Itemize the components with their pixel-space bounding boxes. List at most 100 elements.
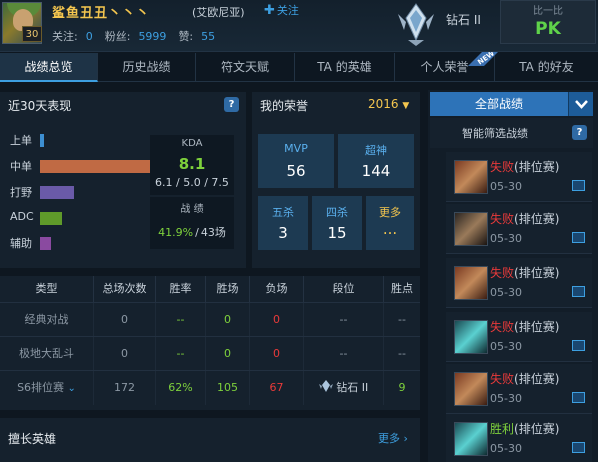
mvp-value: 56: [286, 162, 306, 180]
position-label: 打野: [10, 186, 32, 199]
level-badge: 30: [22, 26, 42, 42]
cell-lp: 9: [398, 381, 406, 394]
tab-history[interactable]: 历史战绩: [98, 53, 196, 82]
col-tier: 段位: [304, 276, 384, 302]
cell-losses: 0: [250, 337, 304, 371]
match-date: 05-30: [490, 442, 522, 455]
pk-label: PK: [535, 19, 561, 39]
kda-box: KDA 8.1 6.1 / 5.0 / 7.5: [150, 135, 234, 195]
mvp-cell[interactable]: MVP 56: [258, 134, 334, 188]
penta-value: 3: [278, 224, 288, 242]
cell-winrate: --: [156, 337, 206, 371]
cell-losses: 0: [250, 303, 304, 337]
match-mode: (排位赛): [514, 212, 560, 226]
match-result-text: 失败: [490, 266, 515, 280]
replay-icon[interactable]: [572, 442, 585, 453]
smart-filter-row[interactable]: 智能筛选战绩 ?: [430, 118, 593, 148]
match-mode: (排位赛): [514, 422, 560, 436]
match-item[interactable]: 失败(排位赛) 05-30: [446, 258, 592, 308]
social-stats: 关注: 0 粉丝: 5999 赞: 55: [52, 28, 227, 44]
more-honors-label: 更多: [379, 206, 401, 219]
ranked-type-select[interactable]: S6排位赛 ⌄: [0, 371, 94, 405]
cell-tier: --: [304, 303, 384, 337]
year-select[interactable]: 2016 ▼: [368, 97, 409, 111]
profile-header: 30 鲨鱼丑丑丶丶丶 (艾欧尼亚) ✚ 关注 关注: 0 粉丝: 5999 赞: 55 钻石…: [0, 0, 598, 52]
match-item[interactable]: 失败(排位赛) 05-30: [446, 204, 592, 254]
likes-count: 55: [201, 30, 216, 43]
fans-label: 粉丝:: [104, 30, 131, 43]
champion-icon: [454, 422, 488, 456]
champion-icon: [454, 212, 488, 246]
champions-more-link[interactable]: 更多 ›: [378, 430, 408, 446]
record-value: 41.9%/43场: [150, 224, 234, 240]
all-matches-button[interactable]: 全部战绩: [430, 92, 568, 116]
legendary-label: 超神: [365, 144, 387, 157]
match-result-text: 失败: [490, 212, 515, 226]
position-bar: [40, 134, 44, 147]
match-mode: (排位赛): [514, 266, 560, 280]
position-label: 辅助: [10, 237, 32, 250]
diamond-rank-icon: [318, 380, 333, 392]
legendary-value: 144: [361, 162, 391, 180]
match-result-text: 失败: [490, 160, 515, 174]
replay-icon[interactable]: [572, 180, 585, 191]
match-item[interactable]: 胜利(排位赛) 05-30: [446, 414, 592, 462]
champion-icon: [454, 320, 488, 354]
quadra-cell[interactable]: 四杀 15: [312, 196, 362, 250]
rank-name: 钻石 II: [446, 13, 481, 27]
replay-icon[interactable]: [572, 340, 585, 351]
cell-lp: --: [398, 313, 406, 326]
chevron-right-icon: ›: [400, 432, 408, 445]
match-mode: (排位赛): [514, 372, 560, 386]
honor-title: 我的荣誉: [260, 99, 309, 113]
cell-lp: --: [398, 347, 406, 360]
position-bar: [40, 237, 51, 250]
champions-panel: 擅长英雄 更多 ›: [0, 418, 420, 462]
match-date: 05-30: [490, 340, 522, 353]
match-result: 失败(排位赛): [490, 158, 559, 175]
compare-label: 比一比: [533, 6, 563, 17]
compare-pk-button[interactable]: 比一比 PK: [500, 0, 596, 44]
all-matches-dropdown[interactable]: [568, 92, 593, 116]
quadra-label: 四杀: [326, 206, 348, 219]
replay-icon[interactable]: [572, 392, 585, 403]
recent30-title: 近30天表现: [8, 99, 72, 113]
legendary-cell[interactable]: 超神 144: [338, 134, 414, 188]
tab-friends[interactable]: TA 的好友: [495, 53, 598, 82]
quadra-value: 15: [327, 224, 347, 242]
penta-cell[interactable]: 五杀 3: [258, 196, 308, 250]
tab-runes[interactable]: 符文天赋: [196, 53, 295, 82]
col-total: 总场次数: [94, 276, 156, 302]
match-item[interactable]: 失败(排位赛) 05-30: [446, 152, 592, 202]
position-label: ADC: [10, 210, 34, 223]
new-badge: NEW: [468, 52, 498, 66]
cell-type: 极地大乱斗: [0, 337, 94, 371]
record-box: 战 绩 41.9%/43场: [150, 197, 234, 249]
tab-overview[interactable]: 战绩总览: [0, 53, 98, 82]
record-winrate: 41.9%: [158, 226, 194, 239]
table-row: S6排位赛 ⌄ 172 62% 105 67 钻石 II 9: [0, 370, 420, 405]
help-icon[interactable]: ?: [224, 97, 239, 112]
following-label: 关注:: [52, 30, 78, 43]
table-row: 极地大乱斗 0 -- 0 0 -- --: [0, 336, 420, 371]
record-games: 43场: [200, 226, 226, 239]
col-wins: 胜场: [206, 276, 250, 302]
replay-icon[interactable]: [572, 232, 585, 243]
replay-icon[interactable]: [572, 286, 585, 297]
match-result: 胜利(排位赛): [490, 420, 559, 437]
more-honors-cell[interactable]: 更多 ...: [366, 196, 414, 250]
smart-filter-label: 智能筛选战绩: [462, 127, 528, 140]
match-result-text: 失败: [490, 320, 515, 334]
match-item[interactable]: 失败(排位赛) 05-30: [446, 364, 592, 414]
position-bar: [40, 186, 74, 199]
record-separator: /: [195, 226, 199, 239]
server-name: (艾欧尼亚): [192, 6, 245, 19]
year-value: 2016: [368, 97, 399, 111]
tab-champions[interactable]: TA 的英雄: [295, 53, 395, 82]
help-icon[interactable]: ?: [572, 125, 587, 140]
follow-button[interactable]: ✚ 关注: [264, 2, 299, 18]
match-item[interactable]: 失败(排位赛) 05-30: [446, 312, 592, 362]
cell-tier-text: 钻石 II: [336, 381, 369, 394]
col-winrate: 胜率: [156, 276, 206, 302]
col-type: 类型: [0, 276, 94, 302]
